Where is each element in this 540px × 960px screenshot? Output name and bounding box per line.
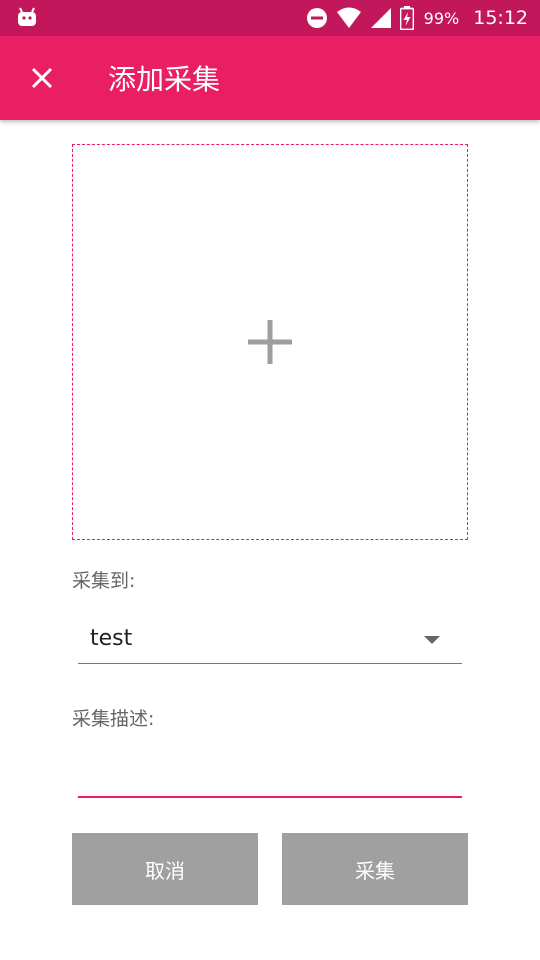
image-picker[interactable] [72, 144, 468, 540]
collect-target-dropdown[interactable]: test [78, 618, 462, 664]
battery-charging-icon [399, 6, 414, 30]
dropdown-selected-value: test [90, 626, 133, 651]
plus-icon [248, 320, 292, 364]
status-bar: 99% 15:12 [0, 0, 540, 36]
battery-percent: 99% [423, 8, 460, 28]
description-label: 采集描述: [72, 708, 155, 730]
close-button[interactable] [18, 56, 66, 100]
page-title: 添加采集 [108, 63, 221, 96]
status-icons: 99% 15:12 [306, 0, 528, 36]
collect-target-label: 采集到: [72, 570, 136, 592]
status-clock: 15:12 [473, 7, 528, 29]
android-debug-icon [18, 7, 36, 26]
dropdown-arrow-icon [424, 636, 440, 644]
wifi-icon [336, 7, 361, 28]
collect-button[interactable]: 采集 [282, 833, 468, 905]
description-input[interactable] [78, 752, 462, 798]
app-bar: 添加采集 [0, 36, 540, 120]
cancel-button[interactable]: 取消 [72, 833, 258, 905]
do-not-disturb-icon [306, 8, 327, 28]
close-icon [31, 67, 53, 89]
cell-signal-icon [370, 8, 391, 28]
